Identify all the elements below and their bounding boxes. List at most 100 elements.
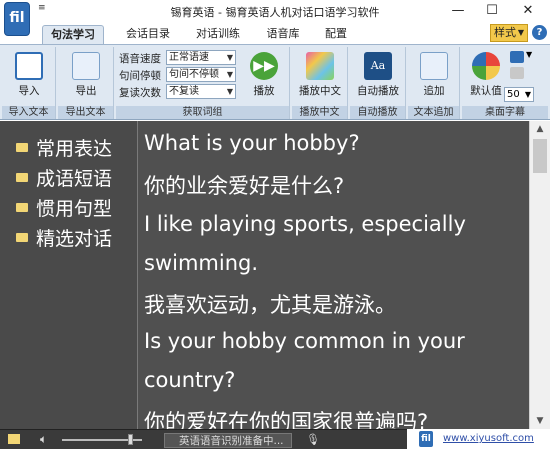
sentence-display[interactable]: What is your hobby? 你的业余爱好是什么? I like pl… — [137, 121, 529, 429]
sentence-pause-select[interactable]: 句间不停顿 ▼ — [166, 67, 236, 82]
speaker-icon[interactable]: 🔈︎ — [40, 432, 47, 447]
nav-item-common-expressions[interactable]: 常用表达 — [16, 135, 112, 163]
group-export-text: 导出 导出文本 — [58, 47, 114, 119]
folder-icon — [16, 233, 28, 242]
nav-item-label: 精选对话 — [36, 228, 113, 250]
auto-play-button[interactable]: Aa 自动播放 — [356, 50, 400, 102]
help-icon[interactable]: ? — [532, 25, 547, 40]
play-icon: ▶▶ — [250, 52, 278, 80]
group-label-play-chinese: 播放中文 — [292, 106, 347, 119]
website-link[interactable]: www.xiyusoft.com — [443, 433, 534, 444]
scroll-down-icon[interactable]: ▼ — [530, 413, 550, 429]
category-nav: 常用表达 成语短语 惯用句型 精选对话 — [0, 121, 137, 429]
export-folder-icon — [72, 52, 100, 80]
group-desktop-subtitle: 默认值 ▼ 50 ▼ 桌面字幕 — [462, 47, 548, 119]
chevron-down-icon: ▼ — [226, 70, 233, 79]
auto-play-label: 自动播放 — [357, 85, 399, 97]
tab-settings[interactable]: 配置 — [318, 25, 354, 44]
group-play-chinese: 播放中文 播放中文 — [292, 47, 348, 119]
style-menu-button[interactable]: 样式 ▼ — [490, 24, 528, 42]
play-chinese-button[interactable]: 播放中文 — [298, 50, 342, 102]
speech-speed-select[interactable]: 正常语速 ▼ — [166, 50, 236, 65]
color-wheel-icon — [472, 52, 500, 80]
volume-slider-handle[interactable] — [128, 434, 133, 445]
ribbon: 导入 导入文本 导出 导出文本 语音速度 正常语速 ▼ 句间停顿 句间不停顿 ▼ 复… — [0, 44, 550, 120]
chevron-down-icon: ▼ — [226, 53, 233, 62]
chevron-down-icon: ▼ — [524, 90, 531, 99]
scroll-up-icon[interactable]: ▲ — [530, 121, 550, 137]
default-value-button[interactable]: 默认值 — [464, 50, 508, 102]
close-button[interactable]: ✕ — [510, 0, 546, 22]
font-size-stepper[interactable]: 50 ▼ — [504, 87, 534, 102]
export-label: 导出 — [75, 85, 97, 97]
font-size-value: 50 — [507, 89, 520, 100]
group-import-text: 导入 导入文本 — [2, 47, 56, 119]
play-label: 播放 — [253, 85, 275, 97]
maximize-button[interactable]: ☐ — [474, 0, 510, 22]
play-chinese-label: 播放中文 — [299, 85, 341, 97]
subtitle-color-icon[interactable] — [510, 51, 524, 63]
title-bar: ≡ 锡育英语 - 锡育英语人机对话口语学习软件 — ☐ ✕ — [0, 0, 550, 22]
nav-item-selected-dialogues[interactable]: 精选对话 — [16, 225, 112, 253]
chevron-down-icon[interactable]: ▼ — [526, 50, 532, 59]
append-label: 追加 — [423, 85, 445, 97]
folder-icon[interactable] — [8, 434, 20, 444]
play-button[interactable]: ▶▶ 播放 — [242, 50, 286, 102]
sentence-line: Is your hobby common in your — [144, 329, 465, 353]
nav-item-sentence-patterns[interactable]: 惯用句型 — [16, 195, 112, 223]
group-text-append: 追加 文本追加 — [408, 47, 460, 119]
folder-icon — [16, 173, 28, 182]
import-label: 导入 — [18, 85, 40, 97]
group-label-export: 导出文本 — [58, 106, 113, 119]
folder-icon — [16, 203, 28, 212]
import-icon — [15, 52, 43, 80]
sentence-line: country? — [144, 368, 236, 392]
tab-voice-library[interactable]: 语音库 — [258, 25, 308, 44]
subtitle-bg-icon[interactable] — [510, 67, 524, 79]
group-get-words: 语音速度 正常语速 ▼ 句间停顿 句间不停顿 ▼ 复读次数 不复读 ▼ ▶▶ 播放 获… — [116, 47, 290, 119]
sentence-line: 你的业余爱好是什么? — [144, 174, 345, 198]
default-value-label: 默认值 — [470, 85, 502, 97]
group-auto-play: Aa 自动播放 自动播放 — [350, 47, 406, 119]
minimize-button[interactable]: — — [440, 0, 476, 22]
tab-conversation-index[interactable]: 会话目录 — [118, 25, 178, 44]
tab-dialogue-training[interactable]: 对话训练 — [188, 25, 248, 44]
repeat-count-select[interactable]: 不复读 ▼ — [166, 84, 236, 99]
sentence-line: 我喜欢运动，尤其是游泳。 — [144, 293, 396, 317]
app-logo-icon: fil — [419, 431, 433, 447]
sentence-line: What is your hobby? — [144, 131, 360, 155]
group-label-auto-play: 自动播放 — [350, 106, 405, 119]
repeat-count-value: 不复读 — [169, 86, 199, 97]
group-label-desktop-subtitle: 桌面字幕 — [462, 106, 548, 119]
speech-speed-label: 语音速度 — [119, 53, 161, 65]
append-folder-icon — [420, 52, 448, 80]
group-label-import: 导入文本 — [2, 106, 55, 119]
sentence-line: 你的爱好在你的国家很普遍吗? — [144, 410, 429, 429]
status-text: 英语语音识别准备中... — [164, 433, 292, 448]
microphone-icon[interactable]: 🎙︎ — [306, 433, 320, 446]
append-button[interactable]: 追加 — [412, 50, 456, 102]
nav-item-idioms-phrases[interactable]: 成语短语 — [16, 165, 112, 193]
sentence-pause-value: 句间不停顿 — [169, 69, 219, 80]
nav-item-label: 惯用句型 — [36, 198, 113, 220]
folder-icon — [16, 143, 28, 152]
sentence-line: swimming. — [144, 251, 259, 275]
nav-item-label: 成语短语 — [36, 168, 113, 190]
group-label-get-words: 获取词组 — [116, 106, 289, 119]
repeat-count-label: 复读次数 — [119, 87, 161, 99]
dictionary-icon: Aa — [364, 52, 392, 80]
import-button[interactable]: 导入 — [7, 50, 51, 102]
sentence-pause-label: 句间停顿 — [119, 70, 161, 82]
scroll-thumb[interactable] — [533, 139, 547, 173]
app-logo-icon[interactable]: fil — [4, 2, 30, 36]
chevron-down-icon: ▼ — [517, 28, 524, 37]
nav-item-label: 常用表达 — [36, 138, 113, 160]
website-badge[interactable]: fil www.xiyusoft.com — [407, 429, 550, 449]
color-palette-icon — [306, 52, 334, 80]
vertical-scrollbar[interactable]: ▲ ▼ — [529, 121, 550, 429]
sentence-line: I like playing sports, especially — [144, 212, 466, 236]
tab-syntax-learning[interactable]: 句法学习 — [42, 25, 104, 44]
style-menu-label: 样式 — [494, 26, 516, 39]
export-button[interactable]: 导出 — [64, 50, 108, 102]
group-label-append: 文本追加 — [408, 106, 459, 119]
